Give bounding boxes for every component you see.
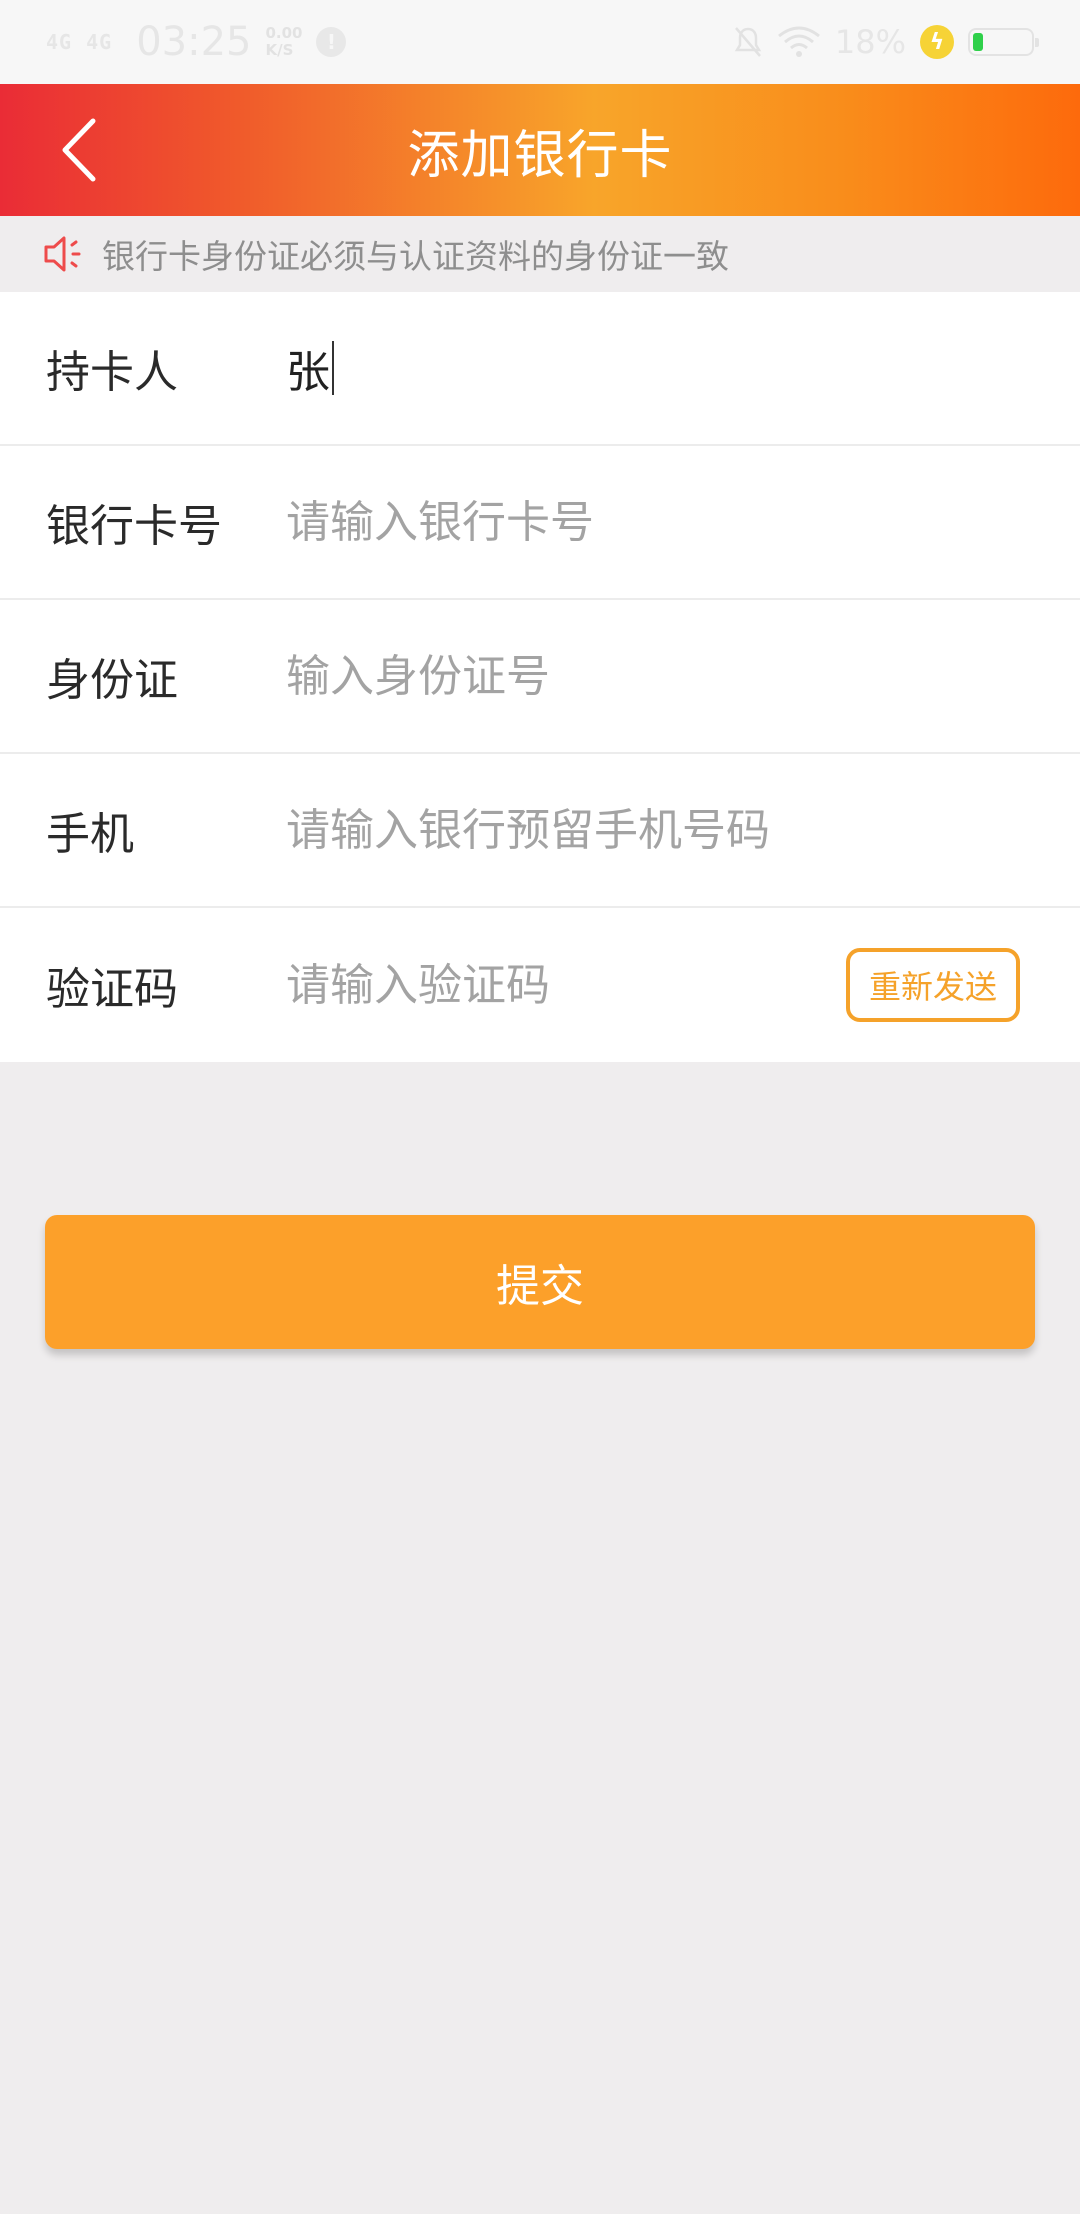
notification-icon: ! <box>316 27 347 57</box>
id-card-input[interactable] <box>286 636 1020 716</box>
net-speed-value: 0.00 <box>265 24 303 42</box>
resend-code-button[interactable]: 重新发送 <box>846 948 1020 1022</box>
net-speed: 0.00 K/S <box>265 25 302 59</box>
battery-percent: 18% <box>834 23 906 61</box>
signal-indicator-1: 4G <box>46 30 73 54</box>
card-number-label: 银行卡号 <box>46 501 222 552</box>
battery-level-fill <box>973 33 984 51</box>
mute-icon <box>734 27 762 57</box>
cardholder-row: 持卡人 张 <box>0 292 1080 446</box>
verify-code-row: 验证码 重新发送 <box>0 908 1080 1062</box>
text-cursor <box>332 341 334 395</box>
battery-icon <box>968 28 1039 56</box>
signal-indicator-2: 4G <box>86 30 113 54</box>
phone-row: 手机 <box>0 754 1080 908</box>
page-title: 添加银行卡 <box>407 125 673 186</box>
phone-input[interactable] <box>286 790 1020 870</box>
status-left: 4G 4G 03:25 0.00 K/S ! <box>46 19 347 65</box>
status-bar: 4G 4G 03:25 0.00 K/S ! 18% ϟ <box>0 0 1080 84</box>
wifi-icon <box>777 26 820 57</box>
card-number-row: 银行卡号 <box>0 446 1080 600</box>
verify-code-label: 验证码 <box>46 964 178 1015</box>
id-card-label: 身份证 <box>46 655 178 706</box>
verify-code-input[interactable] <box>286 945 846 1025</box>
chevron-left-icon <box>62 118 96 182</box>
bank-card-form: 持卡人 张 银行卡号 身份证 手机 验证码 重新发送 <box>0 292 1080 1062</box>
status-time: 03:25 <box>136 19 252 65</box>
charging-icon: ϟ <box>920 25 954 59</box>
cardholder-value: 张 <box>286 347 330 398</box>
back-button[interactable] <box>44 114 114 186</box>
card-number-input[interactable] <box>286 482 1020 562</box>
submit-button[interactable]: 提交 <box>45 1215 1035 1349</box>
app-header: 添加银行卡 <box>0 84 1080 216</box>
net-speed-unit: K/S <box>265 41 294 59</box>
status-right: 18% ϟ <box>733 23 1039 61</box>
speaker-icon <box>44 236 81 272</box>
phone-label: 手机 <box>46 809 134 860</box>
notice-text: 银行卡身份证必须与认证资料的身份证一致 <box>102 237 729 276</box>
cardholder-label: 持卡人 <box>46 347 178 398</box>
notice-bar: 银行卡身份证必须与认证资料的身份证一致 <box>0 216 1080 292</box>
id-card-row: 身份证 <box>0 600 1080 754</box>
cardholder-input[interactable]: 张 <box>286 336 1020 400</box>
